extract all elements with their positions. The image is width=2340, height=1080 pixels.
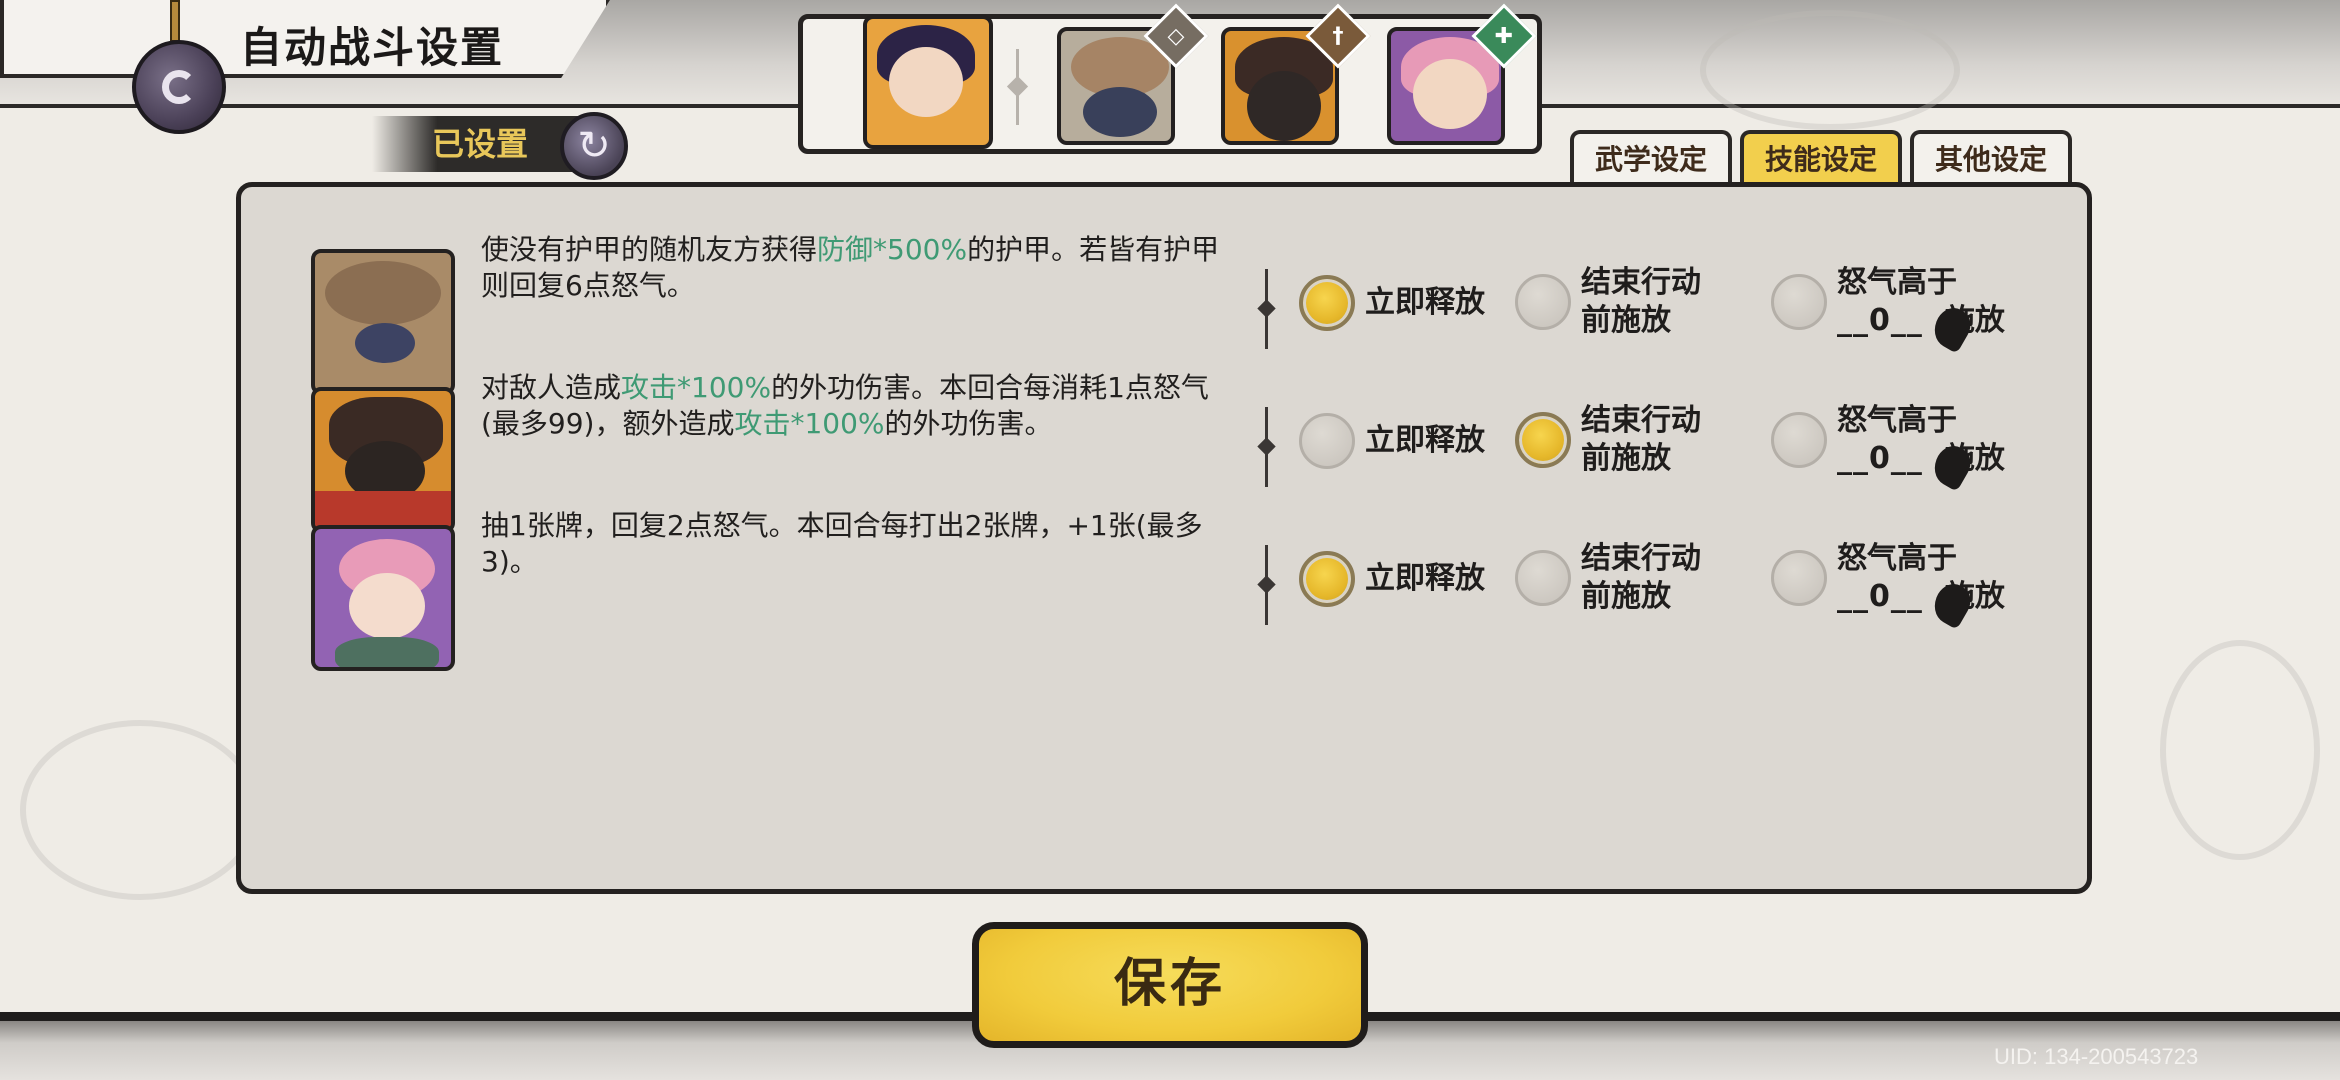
hero-divider xyxy=(1016,49,1019,125)
option-immediate[interactable]: 立即释放 xyxy=(1299,551,1485,607)
radio-rage[interactable] xyxy=(1771,550,1827,606)
option-end-turn[interactable]: 结束行动 前施放 xyxy=(1515,540,1701,616)
skill-description: 对敌人造成攻击*100%的外功伤害。本回合每消耗1点怒气(最多99)，额外造成攻… xyxy=(481,371,1209,440)
page-title: 自动战斗设置 xyxy=(240,23,505,72)
cloud-decoration xyxy=(1700,10,1960,130)
option-rage-threshold[interactable]: 怒气高于 __0__ 施放 xyxy=(1771,540,2005,630)
option-label: 立即释放 xyxy=(1365,561,1485,596)
skill-description: 使没有护甲的随机友方获得防御*500%的护甲。若皆有护甲则回复6点怒气。 xyxy=(481,233,1220,302)
radio-end-turn[interactable] xyxy=(1515,550,1571,606)
skill-row: 抽1张牌，回复2点怒气。本回合每打出2张牌，+1张(最多3)。 立即释放 结束行… xyxy=(241,455,2087,671)
skill-settings-panel: 使没有护甲的随机友方获得防御*500%的护甲。若皆有护甲则回复6点怒气。 立即释… xyxy=(236,182,2092,894)
back-arrow-icon xyxy=(162,70,196,104)
back-stick xyxy=(170,0,180,42)
hero-selector: ◇ † ✚ xyxy=(798,3,1542,154)
skill-description: 抽1张牌，回复2点怒气。本回合每打出2张牌，+1张(最多3)。 xyxy=(481,509,1203,578)
swap-icon[interactable]: ↻ xyxy=(560,112,628,180)
set-status-tag: 已设置 xyxy=(372,116,590,172)
save-button[interactable]: 保存 xyxy=(972,922,1368,1048)
hero-slot-leader[interactable] xyxy=(863,15,993,149)
skill-icon-draw xyxy=(311,525,455,671)
option-divider xyxy=(1265,545,1268,625)
back-button[interactable] xyxy=(132,40,226,134)
rage-value-input[interactable]: __0__ xyxy=(1837,579,1923,614)
user-id: UID: 134-200543723 xyxy=(1994,1044,2199,1069)
tab-martial[interactable]: 武学设定 xyxy=(1570,130,1732,186)
radio-immediate-selected[interactable] xyxy=(1299,551,1355,607)
tab-other[interactable]: 其他设定 xyxy=(1910,130,2072,186)
option-label: 结束行动 前施放 xyxy=(1581,541,1701,614)
cloud-decoration xyxy=(2160,640,2320,860)
option-label: 怒气高于 __0__ 施放 xyxy=(1837,541,2005,614)
tab-skills[interactable]: 技能设定 xyxy=(1740,130,1902,186)
cloud-decoration xyxy=(20,720,260,900)
